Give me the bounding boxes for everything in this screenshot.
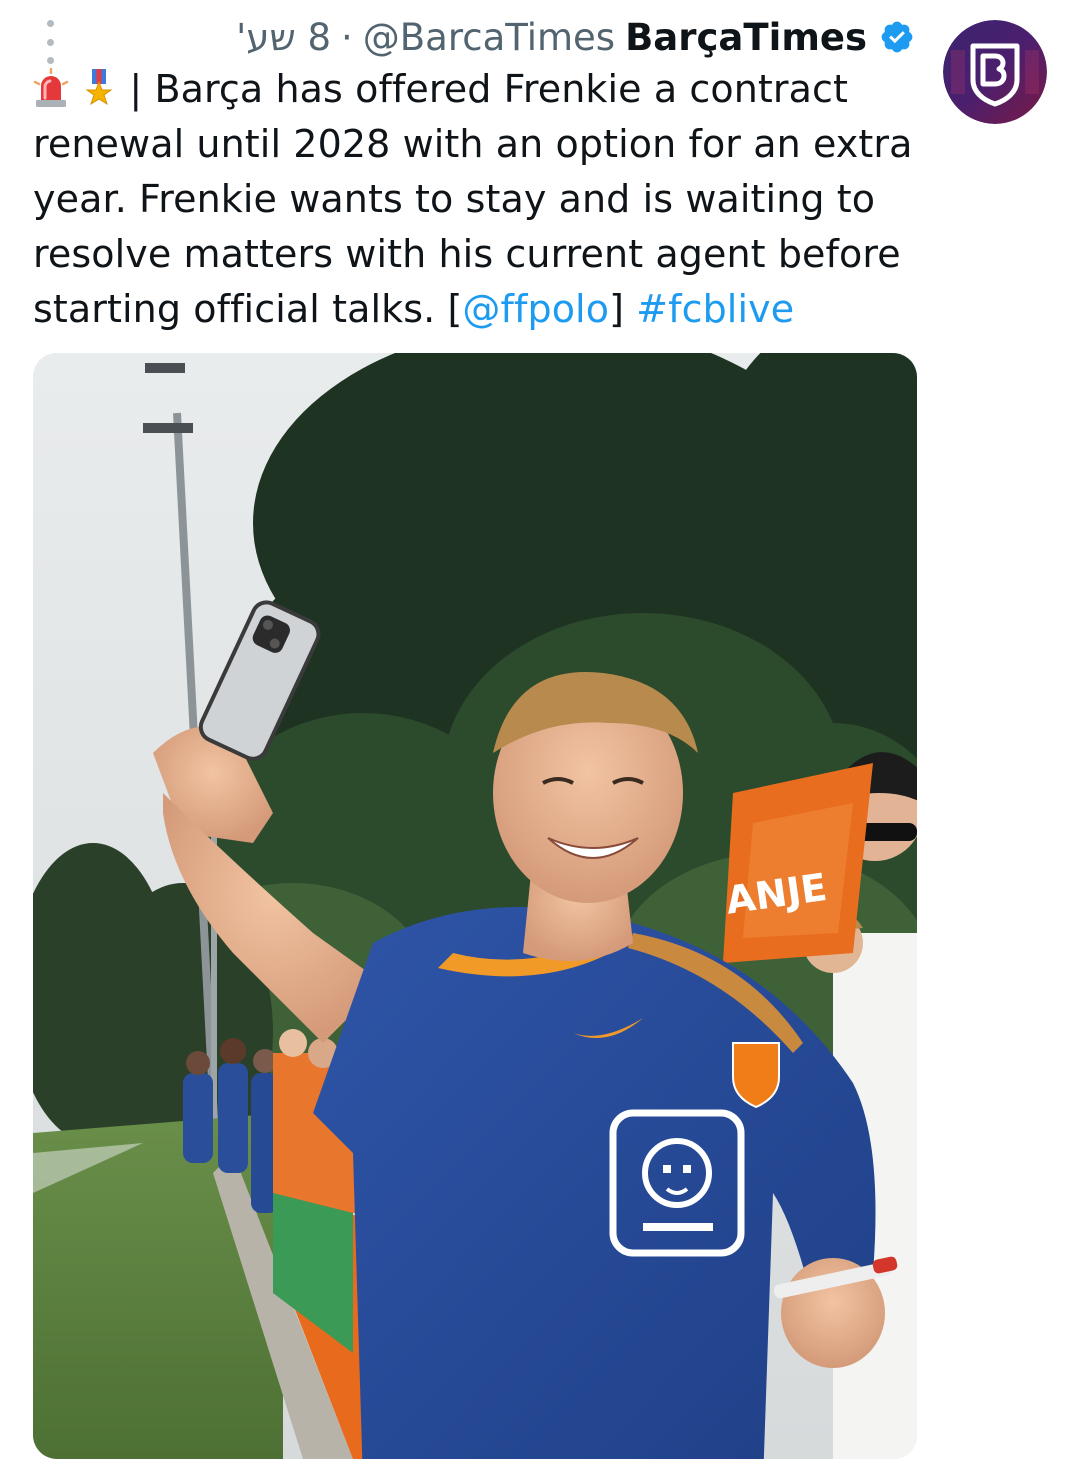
hashtag-link[interactable]: #fcblive xyxy=(636,287,794,331)
more-dot xyxy=(46,38,54,46)
display-name[interactable]: BarçaTimes xyxy=(625,16,867,59)
barcatimes-logo-icon xyxy=(943,20,1047,124)
tweet-time[interactable]: 8 שע' xyxy=(236,16,331,59)
police-light-emoji-icon xyxy=(33,68,69,107)
tweet-text: | Barça has offered Frenkie a contract r… xyxy=(33,62,933,337)
header-separator: · xyxy=(341,15,353,59)
avatar[interactable] xyxy=(943,20,1047,124)
photo-illustration: ANJE xyxy=(33,353,917,1459)
military-medal-emoji-icon xyxy=(85,69,113,106)
tweet-media-photo[interactable]: ANJE xyxy=(33,353,917,1459)
mention-link[interactable]: @ffpolo xyxy=(462,287,609,331)
verified-badge-icon xyxy=(881,21,913,53)
tweet-body-text-end: ] xyxy=(609,287,637,331)
more-options-icon[interactable] xyxy=(30,20,70,64)
user-handle[interactable]: @BarcaTimes xyxy=(363,16,615,59)
tweet-header: 8 שע' · @BarcaTimes BarçaTimes xyxy=(236,12,915,62)
more-dot xyxy=(46,20,54,27)
